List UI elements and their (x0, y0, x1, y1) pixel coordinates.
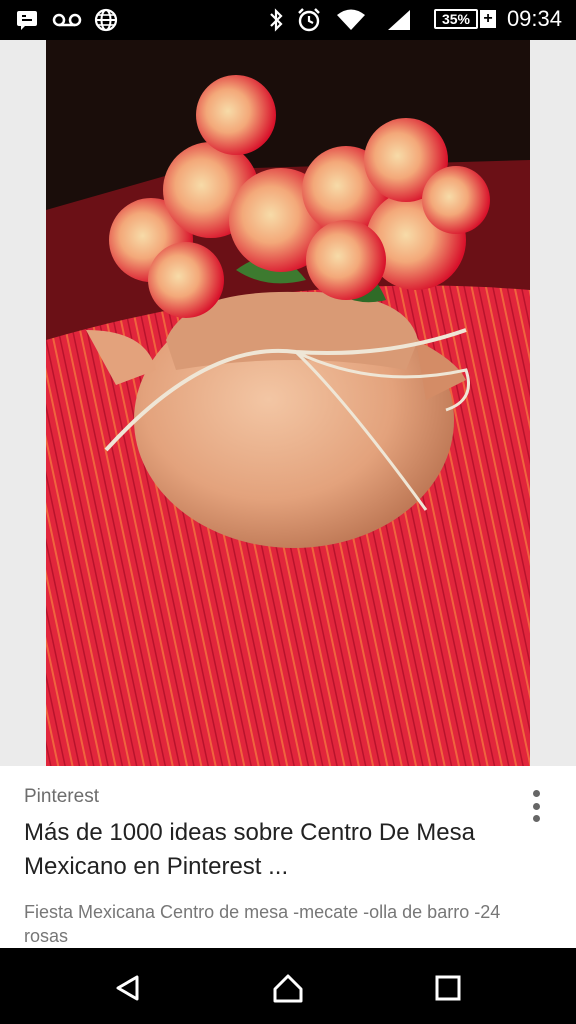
result-source: Pinterest (24, 786, 99, 807)
home-icon[interactable] (270, 970, 306, 1006)
recents-icon[interactable] (430, 970, 466, 1006)
back-icon[interactable] (110, 970, 146, 1006)
battery-icon: 35% (434, 9, 478, 29)
notification-icon (16, 8, 38, 32)
signal-icon (384, 8, 412, 32)
result-snippet: Fiesta Mexicana Centro de mesa -mecate -… (24, 902, 501, 946)
image-viewer[interactable] (0, 40, 576, 766)
more-options-button[interactable] (522, 786, 550, 826)
search-result-card[interactable]: Pinterest Más de 1000 ideas sobre Centro… (0, 766, 576, 948)
more-dot (532, 815, 540, 822)
more-dot (532, 790, 540, 797)
battery-percent: 35% (441, 11, 471, 27)
result-photo[interactable] (46, 40, 530, 766)
bluetooth-icon (268, 8, 284, 32)
wifi-icon (336, 8, 366, 32)
alarm-icon (296, 8, 322, 32)
clock: 09:34 (506, 6, 562, 31)
charging-icon: + (480, 10, 496, 28)
navigation-bar (0, 948, 576, 1024)
result-title[interactable]: Más de 1000 ideas sobre Centro De Mesa M… (24, 816, 524, 884)
voicemail-icon (52, 8, 82, 32)
globe-icon (94, 8, 118, 32)
more-dot (532, 802, 540, 810)
status-bar: 35% + 09:34 (0, 0, 576, 40)
